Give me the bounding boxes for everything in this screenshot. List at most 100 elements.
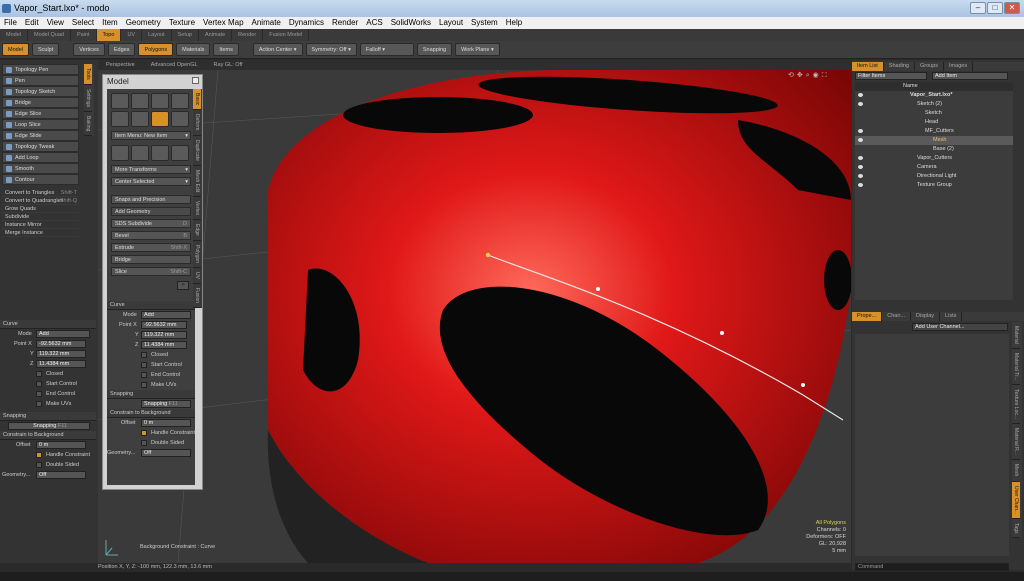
vertices-button[interactable]: Vertices [73,43,105,56]
tab-baking[interactable]: Baking [84,112,92,137]
more-transforms-dropdown[interactable]: More Transforms [111,165,191,175]
topology-tweak-tool[interactable]: Topology Tweak [2,141,79,152]
palette-end-control-checkbox[interactable] [141,372,147,378]
palette-handle-constraint-checkbox[interactable] [141,430,147,436]
tree-item-mf-cutters[interactable]: MF_Cutters [855,127,1013,136]
menu-select[interactable]: Select [68,17,98,29]
materials-button[interactable]: Materials [176,43,211,56]
tree-item-camera[interactable]: Camera [855,163,1013,172]
contour-tool[interactable]: Contour [2,174,79,185]
items-button[interactable]: Items [213,43,239,56]
tab-vertex[interactable]: Vertex [193,197,201,220]
geometry-select[interactable]: Off [36,471,86,479]
torus-icon[interactable] [111,111,129,127]
curve-point[interactable] [801,383,805,387]
tree-item-sketch-group[interactable]: Sketch (2) [855,100,1013,109]
tab-fusion[interactable]: Fusion [193,284,201,308]
tree-item-sketch[interactable]: Sketch [855,109,1013,118]
curve-mode-select[interactable]: Add [36,330,90,338]
tree-item-vapor-cutters[interactable]: Vapor_Cutters [855,154,1013,163]
smooth-tool[interactable]: Smooth [2,163,79,174]
tab-lists[interactable]: Lists [940,312,963,321]
offset-field[interactable]: 0 m [36,441,86,449]
cube-icon[interactable] [111,93,129,109]
perspective-view-menu[interactable]: Perspective [98,60,143,70]
sds-subdivide-button[interactable]: SDS Subdivide D [111,219,191,228]
palette-make-uvs-checkbox[interactable] [141,382,147,388]
tab-model-quad[interactable]: Model Quad [28,29,71,41]
palette-offset-field[interactable]: 0 m [141,419,191,427]
tab-images[interactable]: Images [944,62,974,71]
edge-slide-tool[interactable]: Edge Slide [2,130,79,141]
menu-item[interactable]: Item [98,17,122,29]
menu-system[interactable]: System [467,17,502,29]
tab-mesh-edit[interactable]: Mesh Edit [193,166,201,197]
slice-button[interactable]: Slice Shift-C [111,267,191,276]
tab-deform[interactable]: Deform [193,110,201,136]
end-control-checkbox[interactable] [36,391,42,397]
add-user-channel-button[interactable]: Add User Channel... [912,323,1008,331]
point-x-field[interactable]: -92.5632 mm [36,340,86,348]
visibility-eye-icon[interactable] [858,129,863,133]
symmetry-dropdown[interactable]: Symmetry: Off [305,43,357,56]
visibility-eye-icon[interactable] [858,183,863,187]
tab-texture-locator[interactable]: Texture Loc... [1012,385,1020,425]
snapping-toggle[interactable]: Snapping F11 [8,422,90,430]
tab-uv[interactable]: UV [121,29,143,41]
palette-point-x-field[interactable]: -92.5632 mm [141,321,187,329]
tab-properties[interactable]: Prope... [852,312,883,321]
tab-topo[interactable]: Topo [96,29,122,41]
tree-item-head[interactable]: Head [855,118,1013,127]
handle-constraint-checkbox[interactable] [36,452,42,458]
add-loop-tool[interactable]: Add Loop [2,152,79,163]
tab-shading[interactable]: Shading [884,62,915,71]
text-icon[interactable] [171,111,189,127]
tree-item-scene[interactable]: Vapor_Start.lxo* [855,91,1013,100]
point-y-field[interactable]: 119.322 mm [36,350,86,358]
curve-point[interactable] [720,331,724,335]
tree-item-texture-group[interactable]: Texture Group [855,181,1013,190]
tab-tools[interactable]: Tools [84,64,92,85]
palette-snapping-toggle[interactable]: Snapping F11 [141,400,191,408]
tab-mesh[interactable]: Mesh [1012,460,1020,482]
item-menu-dropdown[interactable]: Item Menu: New Item [111,131,191,141]
curve-tool-icon[interactable] [151,111,169,127]
tab-item-list[interactable]: Item List [852,62,884,71]
tab-model[interactable]: Model [0,29,28,41]
edge-slice-tool[interactable]: Edge Slice [2,108,79,119]
advanced-opengl-menu[interactable]: Advanced OpenGL [143,60,206,70]
menu-file[interactable]: File [0,17,21,29]
palette-close-icon[interactable] [192,77,199,84]
command-input[interactable]: Command [855,563,1009,571]
menu-layout[interactable]: Layout [435,17,467,29]
palette-double-sided-checkbox[interactable] [141,440,147,446]
scale-icon[interactable] [151,145,169,161]
merge-instance-command[interactable]: Merge Instance [2,229,79,237]
maximize-button[interactable]: □ [987,2,1003,14]
subdivide-command[interactable]: Subdivide [2,213,79,221]
tab-tags[interactable]: Tags [1012,519,1020,539]
palette-point-z-field[interactable]: 11.4384 mm [141,341,187,349]
menu-view[interactable]: View [43,17,68,29]
work-plane-dropdown[interactable]: Work Plane [455,43,500,56]
visibility-eye-icon[interactable] [858,138,863,142]
snaps-precision-button[interactable]: Snaps and Precision [111,195,191,204]
topology-sketch-tool[interactable]: Topology Sketch [2,86,79,97]
polygons-button[interactable]: Polygons [138,43,174,56]
tab-animate[interactable]: Animate [199,29,233,41]
tree-item-base[interactable]: Base (2) [855,145,1013,154]
visibility-eye-icon[interactable] [858,174,863,178]
snapping-button[interactable]: Snapping [416,43,453,56]
filter-items-dropdown[interactable]: Filter Items [855,72,927,80]
instance-mirror-command[interactable]: Instance Mirror [2,221,79,229]
pen-tool[interactable]: Pen [2,75,79,86]
palette-closed-checkbox[interactable] [141,352,147,358]
tab-channels[interactable]: Chan... [882,312,911,321]
loop-slice-tool[interactable]: Loop Slice [2,119,79,130]
convert-to-quadrangles-command[interactable]: Convert to Quadrangles Shift-Q [2,197,79,205]
menu-vertex-map[interactable]: Vertex Map [199,17,247,29]
cylinder-icon[interactable] [151,93,169,109]
topology-pen-tool[interactable]: Topology Pen [2,64,79,75]
tab-layout[interactable]: Layout [142,29,172,41]
point-z-field[interactable]: 11.4384 mm [36,360,86,368]
